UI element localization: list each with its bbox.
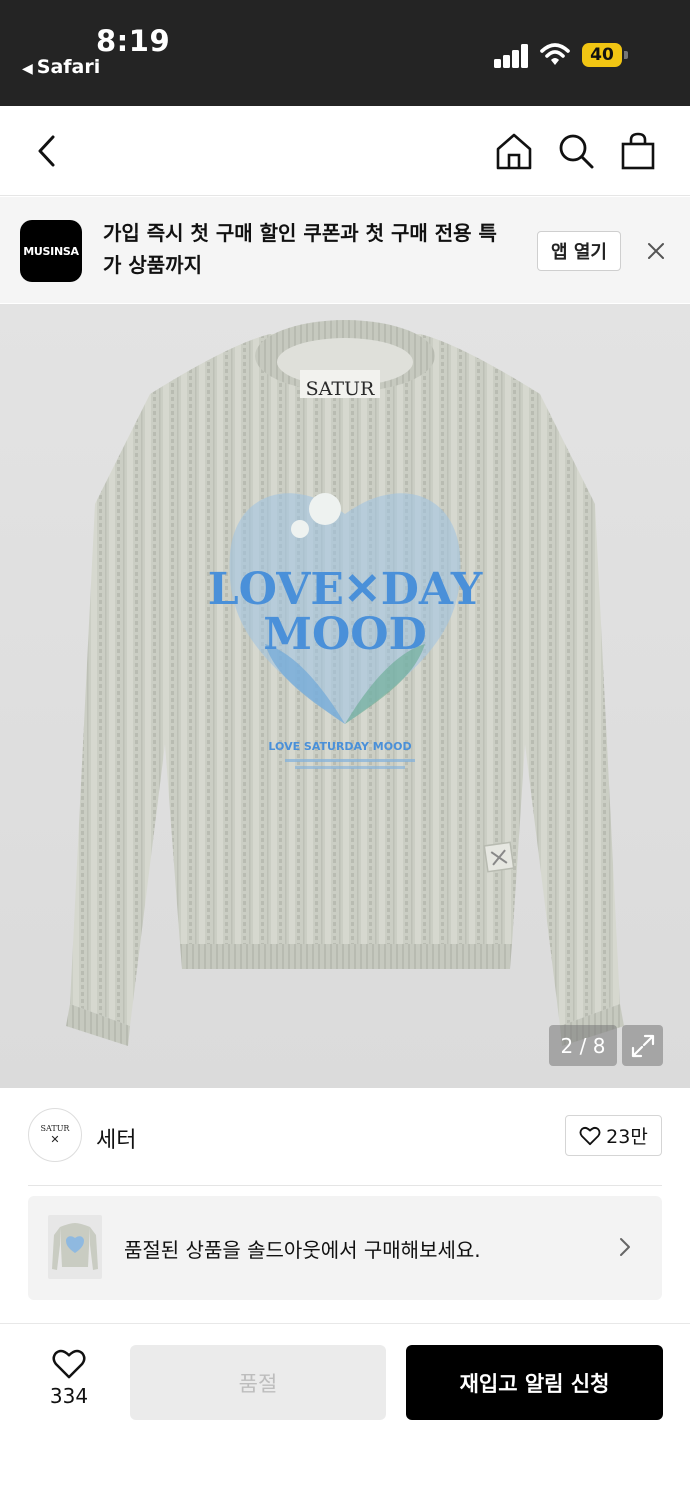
brand-name[interactable]: 세터 [96,1122,136,1154]
heart-icon [579,1126,601,1145]
status-time: 8:19 [96,24,171,58]
brand-like-count: 23만 [606,1126,648,1148]
soldout-banner[interactable]: 품절된 상품을 솔드아웃에서 구매해보세요. [28,1196,662,1300]
product-image-carousel[interactable]: SATUR LOVE✕DAY MOOD LOVE SATURDAY MOOD [0,304,690,1088]
image-counter: 2 / 8 [549,1025,617,1066]
brand-like-button[interactable]: 23만 [565,1115,662,1156]
banner-message: 가입 즉시 첫 구매 할인 쿠폰과 첫 구매 전용 특가 상품까지 [103,221,497,277]
open-app-button[interactable]: 앱 열기 [537,231,621,271]
back-triangle-icon: ◀ [22,61,33,77]
home-icon[interactable] [493,130,535,172]
print-title-1: LOVE✕DAY [208,564,483,615]
neck-label: SATUR [306,378,375,400]
chevron-right-icon [618,1236,632,1262]
status-bar: 8:19 ◀ Safari 40 [0,0,690,106]
top-navigation [0,106,690,196]
shopping-bag-icon[interactable] [617,130,659,172]
wish-count: 334 [49,1384,89,1408]
brand-avatar-text: SATUR [40,1124,70,1133]
wish-button[interactable]: 334 [36,1348,102,1418]
back-app-label: Safari [36,56,101,78]
soldout-button: 품절 [130,1345,386,1420]
back-icon[interactable] [26,130,68,172]
wifi-icon [540,43,570,65]
brand-emblem-icon: ✕ [50,1133,60,1146]
musinsa-logo: MUSINSA [20,220,82,282]
close-icon[interactable] [640,235,672,267]
print-title-2: MOOD [263,609,427,660]
restock-alert-button[interactable]: 재입고 알림 신청 [406,1345,663,1420]
soldout-thumbnail [48,1215,102,1279]
soldout-message: 품절된 상품을 솔드아웃에서 구매해보세요. [124,1238,481,1262]
brand-avatar[interactable]: SATUR ✕ [28,1108,82,1162]
print-sub: LOVE SATURDAY MOOD [268,740,411,753]
cellular-signal-icon [494,44,530,68]
divider [28,1185,662,1186]
expand-icon[interactable] [622,1025,663,1066]
search-icon[interactable] [555,130,597,172]
heart-icon [52,1349,86,1379]
back-to-safari[interactable]: ◀ Safari [22,56,100,78]
sweater-image: SATUR LOVE✕DAY MOOD LOVE SATURDAY MOOD [66,320,624,1046]
brand-row: SATUR ✕ 세터 23만 [0,1088,690,1186]
bottom-bar-separator [0,1323,690,1324]
app-install-banner: MUSINSA 가입 즉시 첫 구매 할인 쿠폰과 첫 구매 전용 특가 상품까… [0,197,690,303]
battery-level: 40 [582,43,622,67]
battery-icon: 40 [582,43,628,67]
